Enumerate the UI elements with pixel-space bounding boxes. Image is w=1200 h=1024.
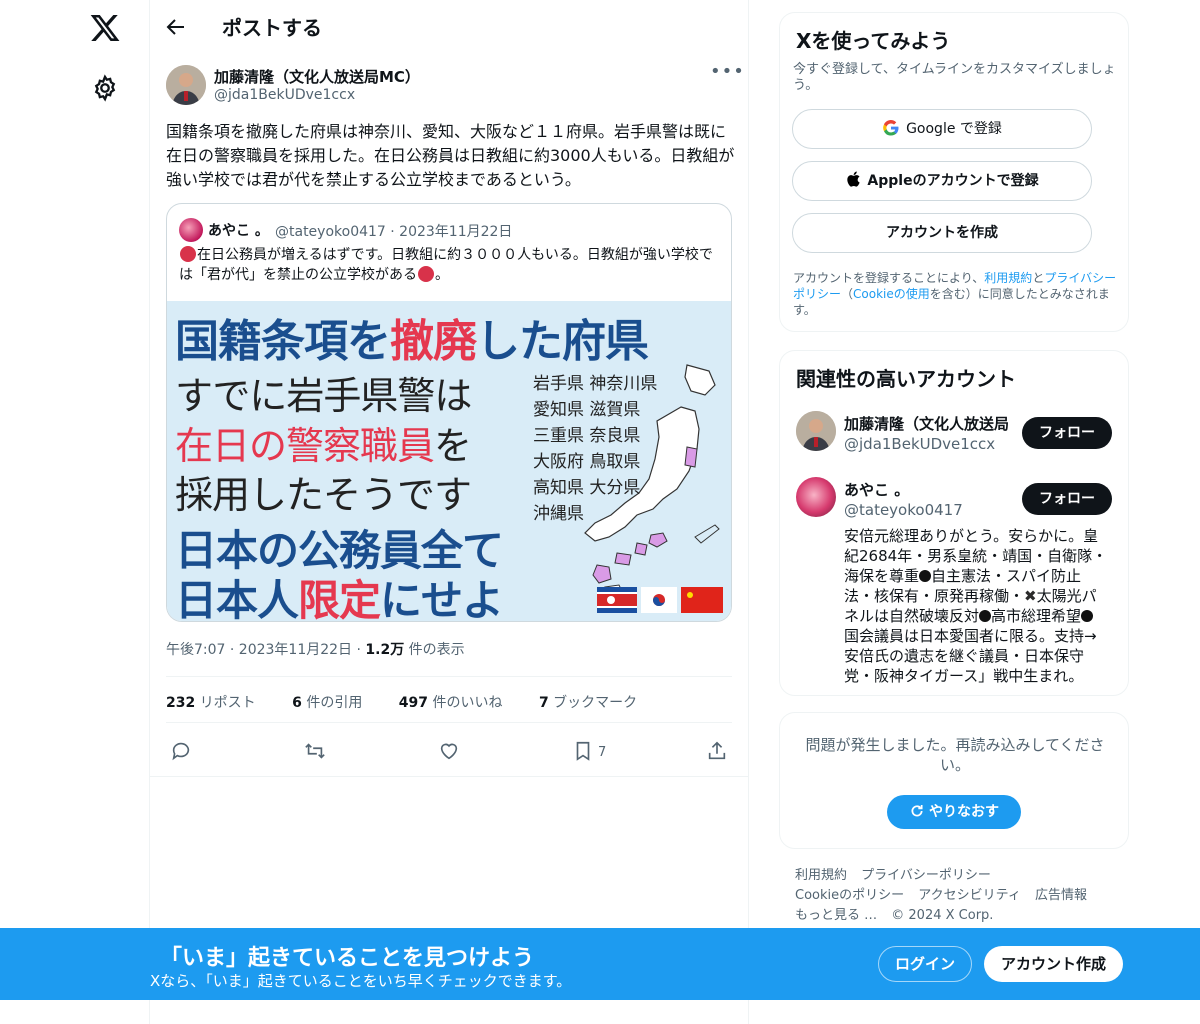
bottom-bar-title: 「いま」起きていることを見つけよう xyxy=(160,946,535,971)
quote-image[interactable]: 国籍条項を撤廃した府県 すでに岩手県警は 在日の警察職員を 採用したそうです 日… xyxy=(167,301,731,622)
reposts-stat[interactable]: 232 リポスト xyxy=(166,695,272,711)
angry-face-icon xyxy=(180,246,196,262)
bottom-signup-bar: 「いま」起きていることを見つけよう Xなら、「いま」起きていることをいち早くチェ… xyxy=(0,928,1200,1000)
footer-link[interactable]: 利用規約 xyxy=(795,868,847,883)
cookie-link[interactable]: Cookieの使用 xyxy=(853,287,930,301)
related-name[interactable]: 加藤清隆（文化人放送局 xyxy=(844,413,1009,434)
related-handle: @tateyoko0417 xyxy=(844,501,963,519)
footer: 利用規約 プライバシーポリシー Cookieのポリシー アクセシビリティ 広告情… xyxy=(795,866,1115,926)
apple-signup-label: Appleのアカウントで登録 xyxy=(867,173,1039,189)
black-circle-icon xyxy=(1081,610,1094,622)
related-title: 関連性の高いアカウント xyxy=(796,367,1016,391)
author-handle[interactable]: @jda1BekUDve1ccx xyxy=(214,87,355,103)
related-avatar[interactable] xyxy=(796,477,836,517)
apple-signup-button[interactable]: Appleのアカウントで登録 xyxy=(792,161,1092,201)
image-big-line-2: 日本人限定にせよ xyxy=(175,576,504,622)
google-signup-button[interactable]: Google で登録 xyxy=(792,109,1092,149)
quote-text-end: 。 xyxy=(435,267,449,283)
prefecture-row: 愛知県 滋賀県 xyxy=(533,400,641,420)
related-handle: @jda1BekUDve1ccx xyxy=(844,435,996,453)
prefecture-row: 大阪府 鳥取県 xyxy=(533,452,641,472)
angry-face-icon xyxy=(418,266,434,282)
avatar[interactable] xyxy=(166,65,206,105)
quote-text: 在日公務員が増えるはずです。日教組に約３０００人もいる。日教組が強い学校では「君… xyxy=(179,245,719,285)
create-account-button[interactable]: アカウントを作成 xyxy=(792,213,1092,253)
apple-icon xyxy=(847,171,861,187)
black-circle-icon xyxy=(919,570,932,582)
refresh-icon xyxy=(911,805,923,817)
bookmarks-stat[interactable]: 7 ブックマーク xyxy=(539,695,653,711)
terms-link[interactable]: 利用規約 xyxy=(984,271,1032,285)
footer-link[interactable]: もっと見る … xyxy=(795,908,877,923)
google-icon xyxy=(883,120,899,136)
views-count: 1.2万 xyxy=(365,642,405,658)
image-line-3: 採用したそうです xyxy=(175,473,472,517)
author-name[interactable]: 加藤清隆（文化人放送局MC） xyxy=(214,66,420,87)
bottom-bar-subtitle: Xなら、「いま」起きていることをいち早くチェックできます。 xyxy=(150,972,572,990)
signup-terms: アカウントを登録することにより、利用規約とプライバシーポリシー（Cookieの使… xyxy=(793,271,1117,317)
bookmark-icon[interactable] xyxy=(572,740,594,762)
quote-author-name: あやこ 。 xyxy=(208,223,269,239)
footer-link[interactable]: 広告情報 xyxy=(1035,888,1087,903)
signup-title: Xを使ってみよう xyxy=(796,29,951,53)
divider xyxy=(150,776,748,777)
quoted-post[interactable]: あやこ 。 @tateyoko0417 · 2023年11月22日 在日公務員が… xyxy=(166,203,732,622)
column-divider-left xyxy=(149,0,150,1024)
tweet-text: 国籍条項を撤廃した府県は神奈川、愛知、大阪など１１府県。岩手県警は既に在日の警察… xyxy=(166,122,735,189)
image-line-2: 在日の警察職員を xyxy=(175,424,472,468)
login-button[interactable]: ログイン xyxy=(878,946,972,982)
page-title: ポストする xyxy=(222,16,322,40)
copyright: © 2024 X Corp. xyxy=(891,908,994,923)
footer-link[interactable]: Cookieのポリシー xyxy=(795,888,904,903)
follow-button[interactable]: フォロー xyxy=(1022,417,1112,449)
quote-avatar[interactable] xyxy=(179,218,203,242)
related-name[interactable]: あやこ 。 xyxy=(844,479,909,500)
post-stats: 232 リポスト 6 件の引用 497 件のいいね 7 ブックマーク xyxy=(166,692,669,712)
error-message: 問題が発生しました。再読み込みしてください。 xyxy=(805,736,1105,774)
signup-button[interactable]: アカウント作成 xyxy=(984,946,1123,982)
column-divider-right xyxy=(748,0,749,1024)
prefecture-row: 三重県 奈良県 xyxy=(533,426,641,446)
gear-icon[interactable] xyxy=(91,74,119,102)
footer-link[interactable]: プライバシーポリシー xyxy=(861,868,991,883)
black-circle-icon xyxy=(979,610,992,622)
follow-button[interactable]: フォロー xyxy=(1022,483,1112,515)
signup-subtitle: 今すぐ登録して、タイムラインをカスタマイズしましょう。 xyxy=(793,62,1116,93)
likes-stat[interactable]: 497 件のいいね xyxy=(399,695,519,711)
related-avatar-image xyxy=(796,411,836,451)
repost-icon[interactable] xyxy=(304,740,326,762)
share-icon[interactable] xyxy=(706,740,728,762)
post-time[interactable]: 午後7:07 · 2023年11月22日 · xyxy=(166,642,365,658)
more-icon[interactable]: ••• xyxy=(710,63,744,88)
flags-icon xyxy=(597,587,723,613)
google-signup-label: Google で登録 xyxy=(906,121,1002,137)
related-bio: 安倍元総理ありがとう。安らかに。皇紀2684年・男系皇統・靖国・自衛隊・海保を尊… xyxy=(844,527,1108,685)
related-accounts-card: 関連性の高いアカウント 加藤清隆（文化人放送局 @jda1BekUDve1ccx… xyxy=(779,350,1129,696)
avatar-image xyxy=(166,65,206,105)
prefecture-row: 高知県 大分県 xyxy=(533,478,641,498)
quote-author-handle: @tateyoko0417 · 2023年11月22日 xyxy=(275,224,513,240)
prefecture-row: 岩手県 神奈川県 xyxy=(533,374,658,394)
divider xyxy=(166,722,732,723)
like-icon[interactable] xyxy=(438,740,460,762)
divider xyxy=(166,676,732,677)
cross-mark-icon: ✖ xyxy=(1024,587,1037,605)
error-card: 問題が発生しました。再読み込みしてください。 やりなおす xyxy=(779,712,1129,849)
views-label: 件の表示 xyxy=(404,642,465,658)
reply-icon[interactable] xyxy=(170,740,192,762)
x-logo-icon[interactable] xyxy=(89,12,121,44)
quotes-stat[interactable]: 6 件の引用 xyxy=(292,695,378,711)
retry-button[interactable]: やりなおす xyxy=(887,795,1021,829)
prefecture-row: 沖縄県 xyxy=(533,504,584,524)
signup-card: Xを使ってみよう 今すぐ登録して、タイムラインをカスタマイズしましょう。 Goo… xyxy=(779,12,1129,332)
back-arrow-icon[interactable] xyxy=(164,15,188,39)
related-avatar[interactable] xyxy=(796,411,836,451)
image-line-1: すでに岩手県警は xyxy=(175,374,472,418)
post-meta: 午後7:07 · 2023年11月22日 · 1.2万 件の表示 xyxy=(166,639,465,659)
bookmark-count: 7 xyxy=(598,745,607,760)
footer-link[interactable]: アクセシビリティ xyxy=(918,888,1021,903)
